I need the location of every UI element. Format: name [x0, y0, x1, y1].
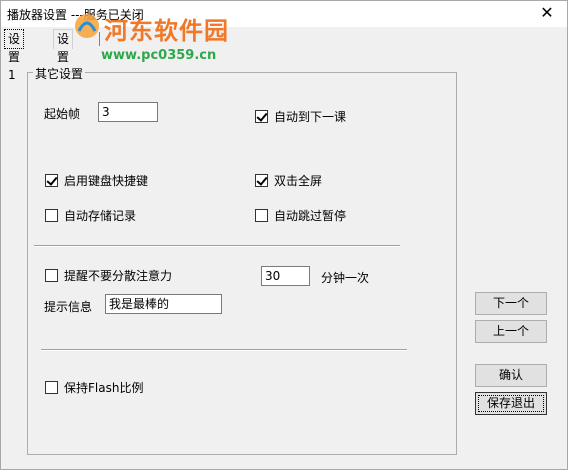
dblclick-fullscreen-check-icon	[255, 174, 268, 187]
tab-settings-1[interactable]: 设置1	[4, 29, 25, 82]
reminder-check-icon	[45, 269, 58, 282]
tab-settings-2[interactable]: 设置2	[53, 29, 74, 82]
watermark-logo-icon	[75, 14, 99, 38]
hint-input[interactable]: 我是最棒的	[105, 294, 222, 314]
tab-divider	[99, 32, 100, 46]
save-exit-button[interactable]: 保存退出	[475, 392, 547, 415]
auto-next-checkbox[interactable]: 自动到下一课	[255, 108, 346, 125]
dblclick-fullscreen-checkbox[interactable]: 双击全屏	[255, 172, 322, 189]
flash-ratio-label: 保持Flash比例	[64, 381, 144, 395]
separator-2	[41, 349, 407, 351]
reminder-unit-label: 分钟一次	[321, 271, 370, 285]
auto-skip-pause-checkbox[interactable]: 自动跳过暂停	[255, 207, 346, 224]
auto-save-record-check-icon	[45, 209, 58, 222]
flash-ratio-checkbox[interactable]: 保持Flash比例	[45, 379, 143, 396]
confirm-button[interactable]: 确认	[475, 364, 547, 387]
reminder-minutes-input[interactable]: 30	[261, 266, 310, 286]
start-frame-input[interactable]: 3	[98, 102, 158, 122]
dblclick-fullscreen-label: 双击全屏	[274, 174, 323, 188]
auto-skip-pause-check-icon	[255, 209, 268, 222]
watermark-site-name: 河东软件园	[104, 17, 229, 45]
flash-ratio-check-icon	[45, 381, 58, 394]
start-frame-label: 起始帧	[44, 107, 81, 121]
keyboard-shortcuts-label: 启用键盘快捷键	[64, 174, 149, 188]
separator-1	[34, 245, 400, 247]
auto-next-label: 自动到下一课	[274, 110, 347, 124]
group-title: 其它设置	[33, 65, 86, 82]
auto-skip-pause-label: 自动跳过暂停	[274, 209, 347, 223]
watermark-url: www.pc0359.cn	[101, 48, 217, 63]
close-button[interactable]: ✕	[527, 1, 567, 27]
auto-save-record-checkbox[interactable]: 自动存储记录	[45, 207, 136, 224]
prev-button[interactable]: 上一个	[475, 320, 547, 343]
keyboard-shortcuts-checkbox[interactable]: 启用键盘快捷键	[45, 172, 148, 189]
reminder-label: 提醒不要分散注意力	[64, 269, 173, 283]
keyboard-shortcuts-check-icon	[45, 174, 58, 187]
auto-next-check-icon	[255, 110, 268, 123]
reminder-checkbox[interactable]: 提醒不要分散注意力	[45, 267, 172, 284]
other-settings-group	[27, 72, 457, 455]
auto-save-record-label: 自动存储记录	[64, 209, 137, 223]
settings-window: 播放器设置 ---服务已关闭 ✕ 河东软件园 www.pc0359.cn 设置1…	[0, 0, 568, 470]
next-button[interactable]: 下一个	[475, 292, 547, 315]
hint-label: 提示信息	[44, 300, 93, 314]
